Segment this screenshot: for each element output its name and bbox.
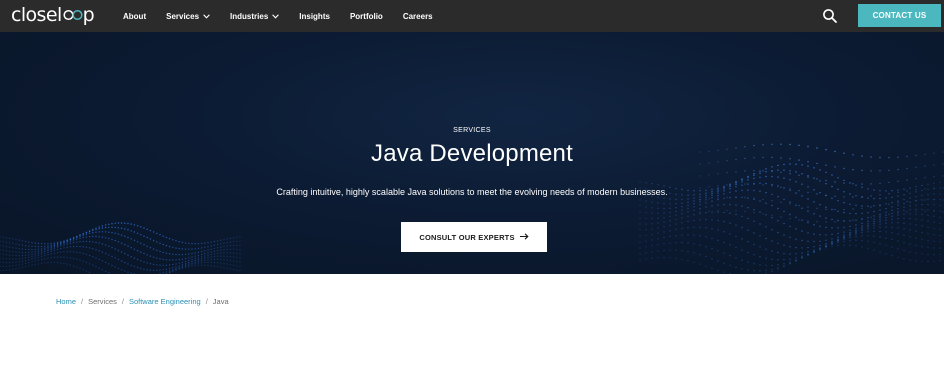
cta-label: CONSULT OUR EXPERTS	[419, 232, 515, 242]
logo-text-end: p	[82, 4, 95, 26]
closeloop-logo[interactable]: closel p	[11, 4, 95, 26]
breadcrumb-software-engineering[interactable]: Software Engineering	[129, 297, 201, 306]
arrow-right-icon	[519, 232, 529, 243]
nav-industries[interactable]: Industries	[230, 11, 280, 21]
nav-services[interactable]: Services	[166, 12, 210, 21]
contact-us-button[interactable]: CONTACT US	[858, 4, 941, 27]
hero-banner: SERVICES Java Development Crafting intui…	[0, 32, 944, 274]
breadcrumb-home[interactable]: Home	[56, 297, 76, 306]
logo-text-start: closel	[11, 4, 62, 26]
breadcrumb-separator: /	[121, 297, 124, 306]
nav-insights[interactable]: Insights	[299, 12, 330, 21]
main-nav: About Services Industries Insights Portf…	[123, 0, 453, 32]
breadcrumb: Home / Services / Software Engineering /…	[56, 297, 229, 306]
chevron-down-icon	[272, 12, 280, 21]
chevron-down-icon	[203, 12, 210, 21]
hero-subtitle: Crafting intuitive, highly scalable Java…	[276, 187, 668, 197]
nav-insights-label: Insights	[299, 11, 330, 21]
nav-about-label: About	[123, 11, 147, 21]
breadcrumb-java: Java	[212, 297, 229, 306]
logo-loop-icon	[63, 9, 83, 21]
top-navbar: closel p About Services Industries Insig…	[0, 0, 944, 32]
nav-industries-label: Industries	[230, 11, 269, 21]
nav-about[interactable]: About	[123, 12, 146, 21]
nav-portfolio[interactable]: Portfolio	[350, 12, 383, 21]
nav-careers-label: Careers	[402, 11, 433, 21]
search-icon[interactable]	[822, 8, 838, 24]
hero-eyebrow: SERVICES	[453, 127, 491, 134]
nav-careers[interactable]: Careers	[403, 12, 433, 21]
breadcrumb-separator: /	[205, 297, 208, 306]
breadcrumb-services: Services	[88, 297, 117, 306]
page-title: Java Development	[371, 140, 573, 167]
nav-services-label: Services	[166, 11, 200, 21]
breadcrumb-separator: /	[81, 297, 84, 306]
consult-experts-button[interactable]: CONSULT OUR EXPERTS	[401, 222, 547, 252]
nav-portfolio-label: Portfolio	[349, 11, 383, 21]
